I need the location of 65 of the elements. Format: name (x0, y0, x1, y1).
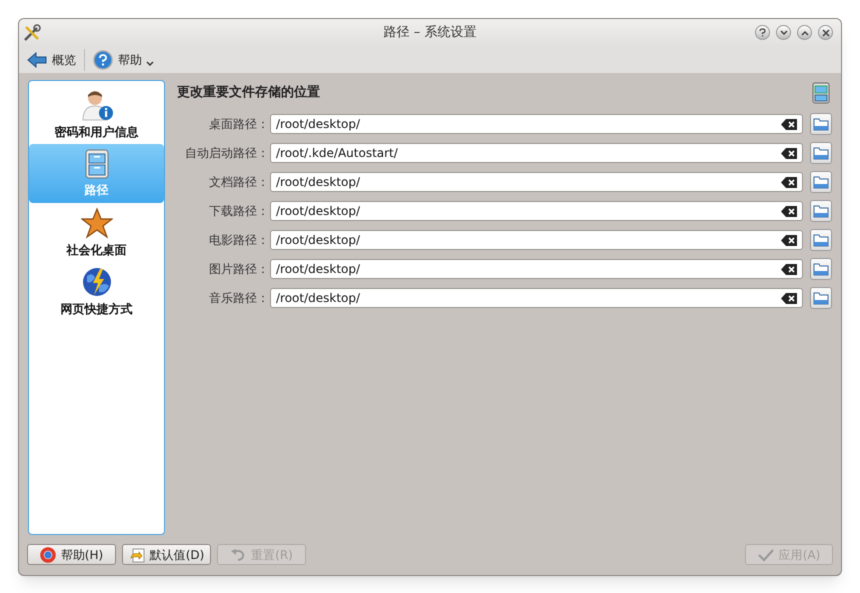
path-input-field[interactable]: /root/desktop/ (270, 230, 803, 250)
maximize-button[interactable] (797, 25, 812, 40)
help-menu-button[interactable]: 帮助 (93, 50, 142, 70)
path-input-field[interactable]: /root/desktop/ (270, 172, 803, 192)
clear-icon[interactable] (781, 176, 797, 188)
sidebar-item[interactable]: 社会化桌面 (29, 203, 164, 262)
minimize-button[interactable] (776, 25, 791, 40)
field-label: 桌面路径： (208, 116, 269, 133)
browse-button[interactable] (810, 258, 832, 280)
folder-icon (813, 233, 829, 247)
browse-button[interactable] (810, 200, 832, 222)
question-icon (759, 28, 766, 37)
caret-icon[interactable] (146, 60, 154, 66)
chevron-down-icon (780, 30, 788, 36)
path-input-field[interactable]: /root/desktop/ (270, 288, 803, 308)
defaults-button[interactable]: 默认值(D) (122, 544, 211, 565)
folder-icon (813, 117, 829, 131)
lifebuoy-icon (40, 546, 56, 562)
folder-icon (813, 291, 829, 305)
field-label: 文档路径： (208, 174, 269, 191)
field-label: 音乐路径： (208, 290, 269, 307)
undo-paper-icon (128, 546, 145, 562)
clear-icon[interactable] (781, 234, 797, 246)
folder-icon (813, 175, 829, 189)
folder-icon (813, 146, 829, 160)
sidebar-item[interactable]: 密码和用户信息 (29, 85, 164, 144)
path-input-field[interactable]: /root/desktop/ (270, 259, 803, 279)
browse-button[interactable] (810, 113, 832, 135)
field-label: 图片路径： (208, 261, 269, 278)
back-arrow-icon (27, 52, 47, 68)
clear-icon[interactable] (781, 148, 797, 158)
tools-icon[interactable] (23, 24, 41, 42)
close-button[interactable] (818, 25, 833, 40)
star-icon (80, 206, 112, 238)
section-heading: 更改重要文件存储的位置 (176, 84, 320, 102)
field-label: 电影路径： (208, 232, 269, 249)
clear-icon[interactable] (781, 206, 797, 216)
folder-icon (813, 262, 829, 276)
globe-lightning-icon (80, 266, 112, 298)
field-label: 自动启动路径： (184, 145, 269, 162)
sidebar-item[interactable]: 网页快捷方式 (29, 262, 164, 321)
close-icon (822, 28, 830, 36)
help-button[interactable] (755, 25, 770, 40)
user-info-icon (80, 88, 114, 120)
chevron-up-icon (800, 30, 808, 36)
reset-arrow-icon (230, 548, 246, 562)
window-title: 路径 – 系统设置 (384, 24, 476, 42)
browse-button[interactable] (810, 229, 832, 251)
browse-button[interactable] (810, 142, 832, 164)
browse-button[interactable] (810, 287, 832, 309)
help-button[interactable]: 帮助(H) (27, 544, 116, 565)
path-input-field[interactable]: /root/desktop/ (270, 201, 803, 221)
cabinet-icon (84, 148, 108, 178)
clear-icon[interactable] (781, 292, 797, 304)
path-input-field[interactable]: /root/.kde/Autostart/ (270, 143, 803, 163)
clear-icon[interactable] (781, 264, 797, 274)
clear-icon[interactable] (781, 118, 797, 130)
help-icon (93, 50, 113, 70)
folder-icon (813, 204, 829, 218)
field-label: 下载路径： (208, 203, 269, 220)
overview-button[interactable]: 概览 (27, 50, 76, 68)
browse-button[interactable] (810, 171, 832, 193)
path-input-field[interactable]: /root/desktop/ (270, 114, 803, 134)
checkmark-icon (758, 548, 774, 562)
cabinet-icon (812, 82, 830, 104)
